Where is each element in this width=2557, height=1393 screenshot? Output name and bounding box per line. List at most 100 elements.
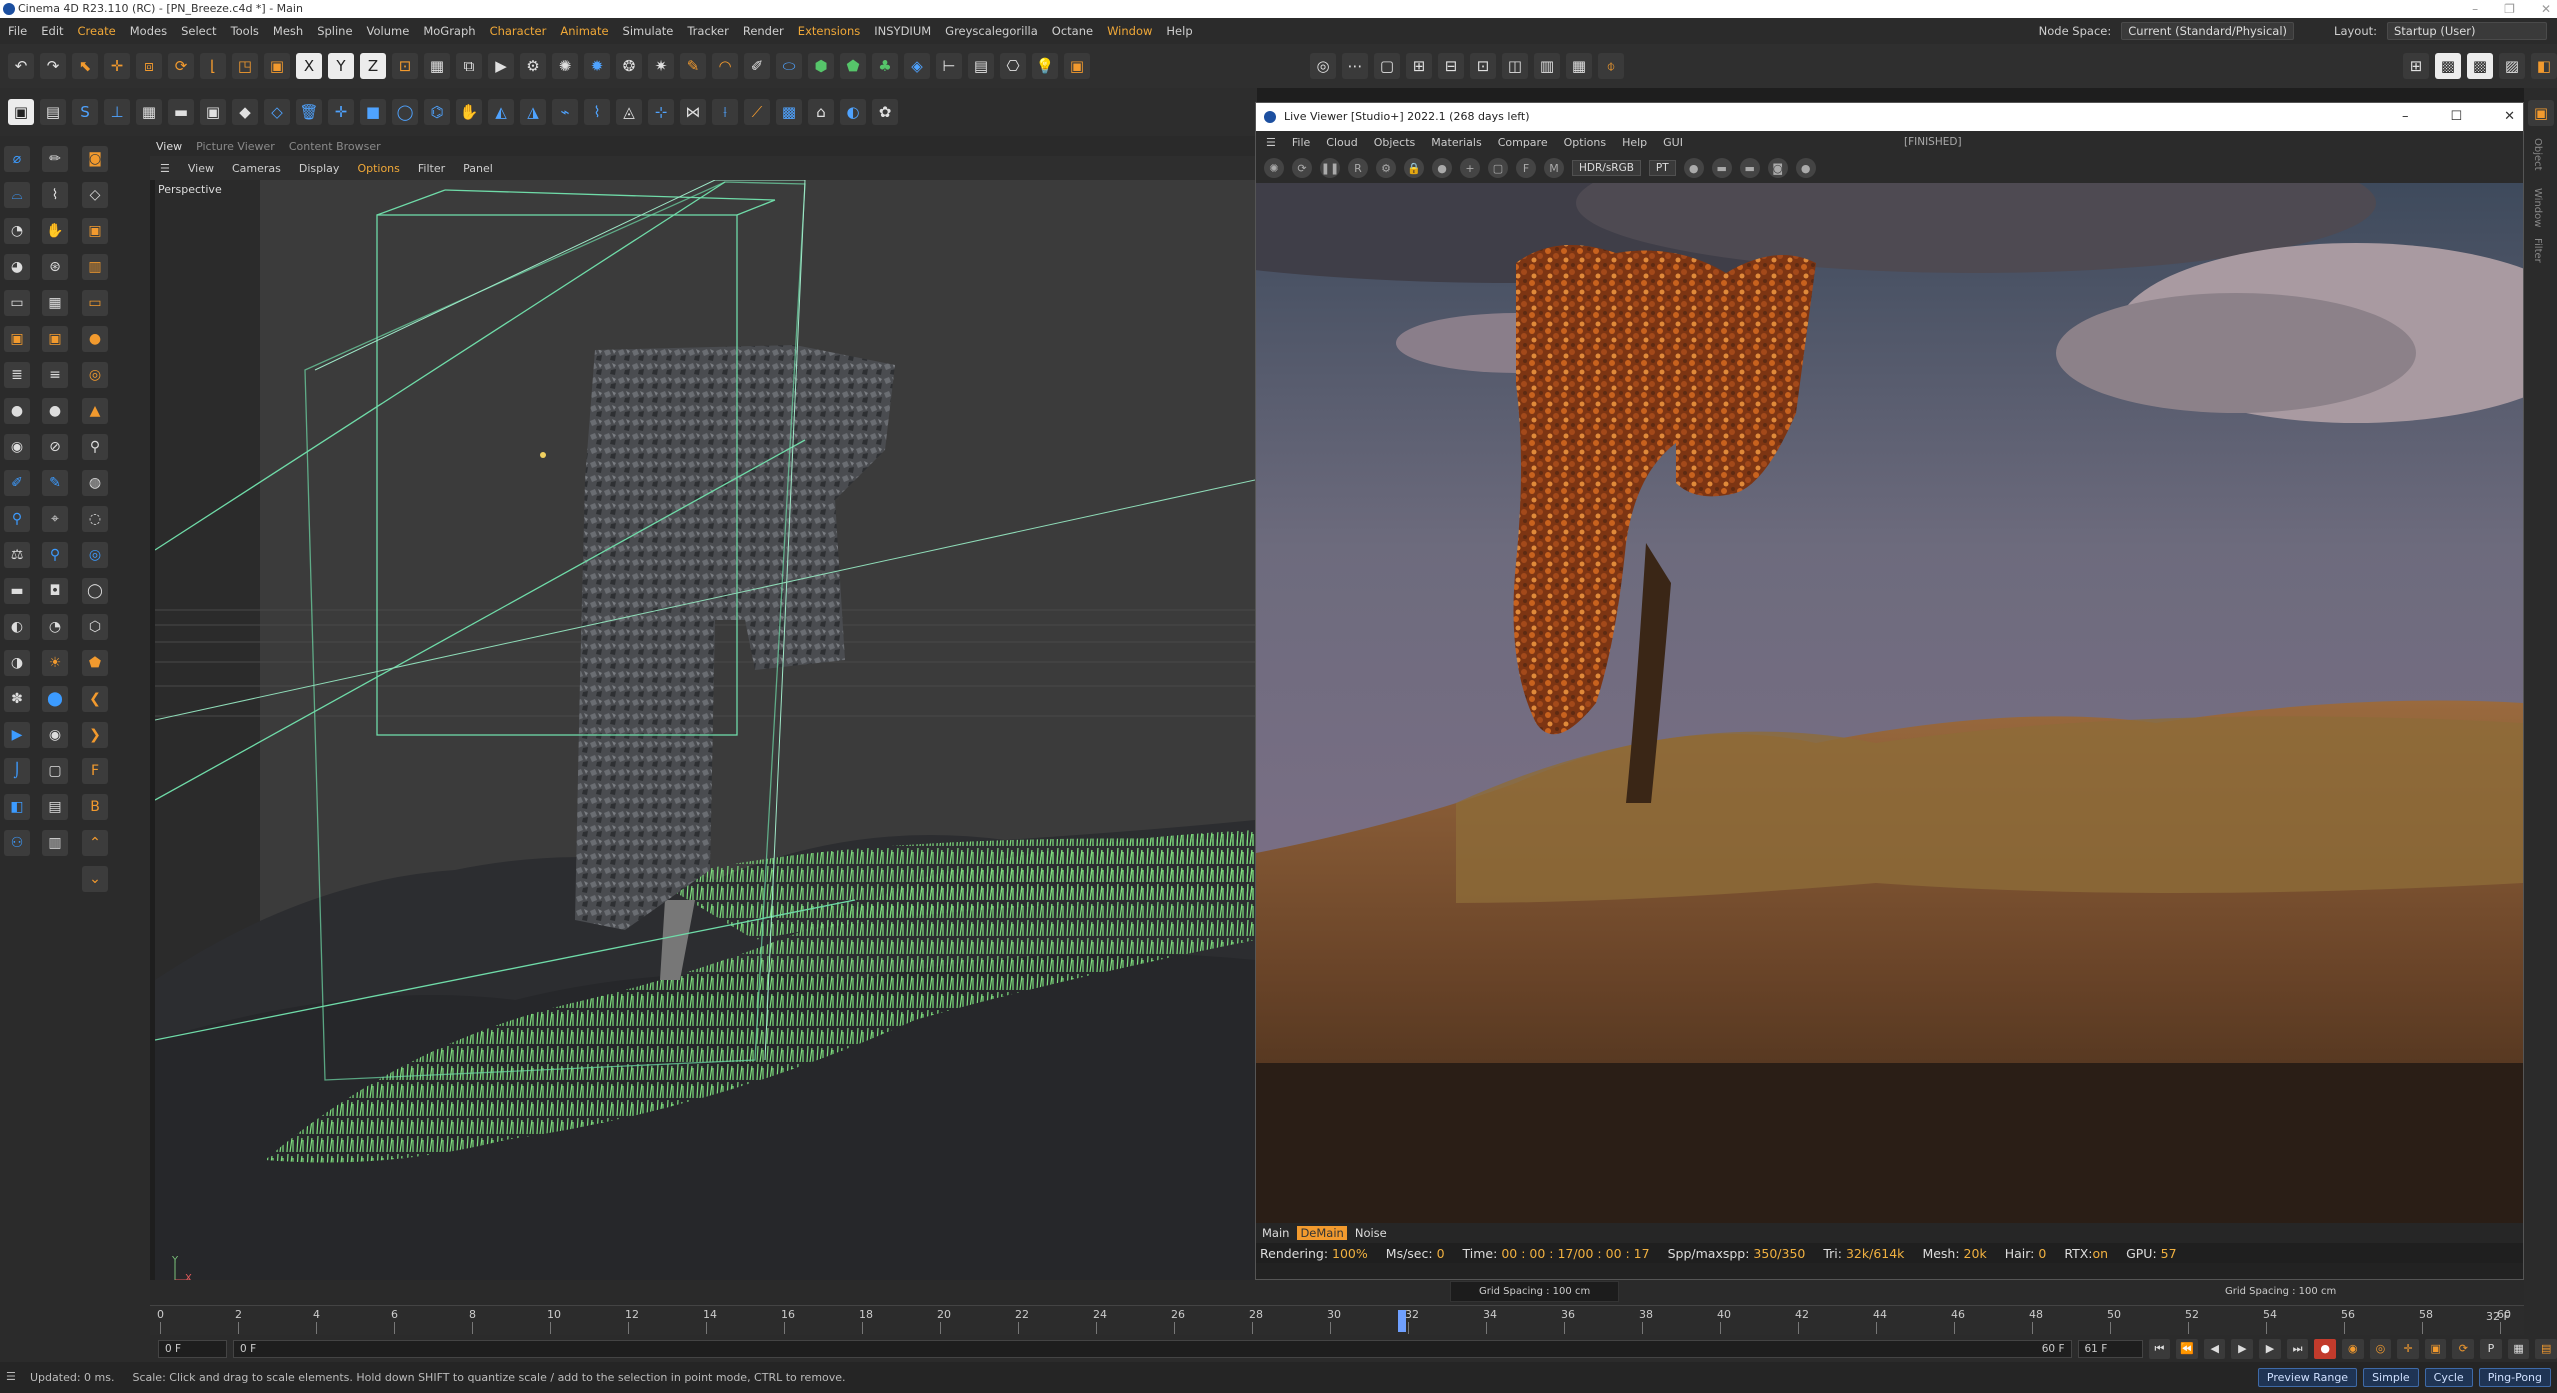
menu-help[interactable]: Help (1166, 24, 1192, 38)
y-axis-icon[interactable]: Y (328, 53, 354, 79)
effector-icon[interactable]: ♣ (872, 53, 898, 79)
focus-icon[interactable]: ▢ (1488, 158, 1508, 178)
layout-dropdown[interactable]: Startup (User) (2387, 22, 2547, 40)
drop-tool-icon[interactable]: ⬤ (42, 686, 68, 712)
key-scale-icon[interactable]: ▣ (2424, 1338, 2447, 1359)
cloner-icon[interactable]: ⬢ (808, 53, 834, 79)
polygon-pen-icon[interactable]: ⌬ (424, 99, 450, 125)
menu-lines-icon[interactable]: ☰ (6, 1370, 16, 1383)
octane-sun-icon[interactable]: ✷ (648, 53, 674, 79)
viewport-menu-options[interactable]: Options (357, 162, 399, 175)
material-ball-icon[interactable]: ● (1432, 158, 1452, 178)
film-icon-3[interactable]: ▨ (2499, 53, 2525, 79)
grab-tool-icon[interactable]: ✋ (42, 218, 68, 244)
f-icon[interactable]: F (82, 758, 108, 784)
image-icon[interactable]: ▣ (8, 99, 34, 125)
octane-gear-icon[interactable]: ❂ (616, 53, 642, 79)
snap-icon[interactable]: ◎ (1310, 53, 1336, 79)
perspective-viewport[interactable] (155, 180, 1255, 1305)
magnet-tool-icon[interactable]: ⌓ (4, 182, 30, 208)
lv-extra-icon-3[interactable]: ▬ (1739, 158, 1760, 178)
menu-render[interactable]: Render (743, 24, 784, 38)
close-icon[interactable]: ✕ (2541, 0, 2551, 18)
weight-tool-icon[interactable]: ⚖ (4, 542, 30, 568)
guide-icon[interactable]: ⊡ (1470, 53, 1496, 79)
lv-menu-materials[interactable]: Materials (1431, 136, 1481, 149)
close-icon[interactable]: ✕ (2504, 103, 2515, 131)
viewport-menu-filter[interactable]: Filter (418, 162, 445, 175)
layer-tool-icon[interactable]: ≡ (42, 362, 68, 388)
paint-tool-icon[interactable]: ▬ (4, 578, 30, 604)
viewport-menu-cameras[interactable]: Cameras (232, 162, 281, 175)
layout-switch-icon[interactable]: ◧ (2531, 53, 2557, 79)
send-scene-icon[interactable]: ✺ (1264, 158, 1284, 178)
prev-frame-icon[interactable]: ◀ (2203, 1338, 2226, 1359)
menu-mesh[interactable]: Mesh (273, 24, 303, 38)
add-icon[interactable]: + (1460, 158, 1480, 178)
menu-animate[interactable]: Animate (560, 24, 608, 38)
group-tool-icon[interactable]: ⚇ (4, 830, 30, 856)
octane-cube-icon[interactable]: ▣ (2528, 100, 2554, 126)
play-tool-icon[interactable]: ▶ (4, 722, 30, 748)
menu-simulate[interactable]: Simulate (623, 24, 674, 38)
key-grid-icon[interactable]: ▦ (2507, 1338, 2530, 1359)
tab-demain[interactable]: DeMain (1297, 1226, 1347, 1240)
cube-icon[interactable]: ▣ (1064, 53, 1090, 79)
lv-camera-icon[interactable]: ◙ (1767, 158, 1788, 178)
loop-icon[interactable]: ◬ (616, 99, 642, 125)
snap-settings-icon[interactable]: ⋯ (1342, 53, 1368, 79)
pinch-tool-icon[interactable]: ⊛ (42, 254, 68, 280)
cube-tool-icon[interactable]: ◧ (4, 794, 30, 820)
spline-arc-icon[interactable]: ◠ (712, 53, 738, 79)
key-point-icon[interactable]: ◇ (82, 182, 108, 208)
pencil-tool-icon[interactable]: ✎ (42, 470, 68, 496)
cylinder-prim-icon[interactable]: ▥ (82, 254, 108, 280)
menu-octane[interactable]: Octane (1052, 24, 1093, 38)
rotate-icon[interactable]: ⟳ (168, 53, 194, 79)
meta-icon[interactable]: M (1544, 158, 1564, 178)
max-frame-field[interactable]: 61 F (2077, 1339, 2143, 1358)
arrow-right-icon[interactable]: ❯ (82, 722, 108, 748)
cycle-button[interactable]: Cycle (2424, 1368, 2473, 1387)
arrow-left-icon[interactable]: ❮ (82, 686, 108, 712)
viewport-menu-view[interactable]: View (188, 162, 214, 175)
bridge-icon[interactable]: ⌇ (584, 99, 610, 125)
start-frame-field[interactable]: 0 F (158, 1339, 228, 1358)
lv-menu-compare[interactable]: Compare (1498, 136, 1548, 149)
pause-icon[interactable]: ❚❚ (1320, 158, 1340, 178)
menu-select[interactable]: Select (181, 24, 216, 38)
go-to-start-icon[interactable]: ⏮ (2148, 1338, 2171, 1359)
z-axis-icon[interactable]: Z (360, 53, 386, 79)
lv-menu-file[interactable]: File (1292, 136, 1310, 149)
mix-tool-icon[interactable]: ◑ (4, 650, 30, 676)
pingpong-button[interactable]: Ping-Pong (2478, 1368, 2551, 1387)
lv-sphere-icon[interactable]: ● (1795, 158, 1816, 178)
camera-icon[interactable]: ⎔ (1000, 53, 1026, 79)
magnet-icon[interactable]: ⌽ (1598, 53, 1624, 79)
menu-create[interactable]: Create (78, 24, 116, 38)
frame-tool-icon[interactable]: ▢ (42, 758, 68, 784)
menu-modes[interactable]: Modes (130, 24, 167, 38)
lv-menu-options[interactable]: Options (1564, 136, 1606, 149)
brush-icon[interactable]: ✐ (744, 53, 770, 79)
mat-tool-icon[interactable]: ▣ (4, 326, 30, 352)
trash-icon[interactable]: 🗑 (296, 99, 322, 125)
dissolve-icon[interactable]: ⋈ (680, 99, 706, 125)
lv-menu-help[interactable]: Help (1622, 136, 1647, 149)
paint-icon[interactable]: ⟋ (744, 99, 770, 125)
house-icon[interactable]: ⌂ (808, 99, 834, 125)
hook-tool-icon[interactable]: ⌡ (4, 758, 30, 784)
circle-icon[interactable]: ◯ (392, 99, 418, 125)
scale-tool-icon[interactable]: ▣ (264, 53, 290, 79)
flower-icon[interactable]: ✿ (872, 99, 898, 125)
points-mode-icon[interactable]: ◆ (232, 99, 258, 125)
render-image[interactable] (1256, 183, 2523, 1223)
pyramid-prim-icon[interactable]: ⬟ (82, 650, 108, 676)
polygon-prim-icon[interactable]: ⬡ (82, 614, 108, 640)
node-space-dropdown[interactable]: Current (Standard/Physical) (2121, 22, 2295, 40)
grid-icon[interactable]: ⊟ (1438, 53, 1464, 79)
brush-tool-icon[interactable]: ✐ (4, 470, 30, 496)
menu-greyscalegorilla[interactable]: Greyscalegorilla (945, 24, 1038, 38)
frame-range-slider[interactable]: 0 F 60 F (233, 1339, 2072, 1358)
film-icon-1[interactable]: ▩ (2435, 53, 2461, 79)
